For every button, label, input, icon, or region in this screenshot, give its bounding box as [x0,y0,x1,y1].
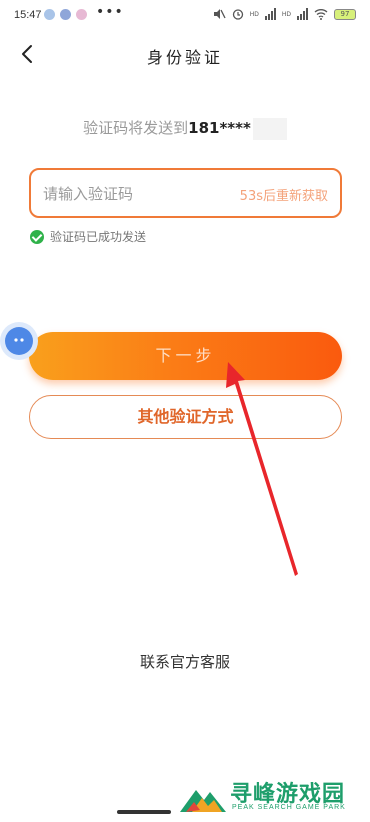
code-sent-status: 验证码已成功发送 [30,228,146,245]
floating-assistant-bubble[interactable] [0,322,38,360]
status-bar: 15:47 ••• HD HD 97 [0,0,370,30]
assistant-face-icon [5,327,33,355]
alarm-icon [232,9,243,20]
notification-app-icon [44,9,55,20]
next-step-button[interactable]: 下一步 [29,332,342,380]
signal-icon [264,8,276,20]
masked-phone-number: 181**** [188,119,251,137]
assistant-eyes-icon [14,338,24,342]
send-info-prefix: 验证码将发送到 [83,119,189,137]
notification-app-icon [76,9,87,20]
site-watermark: 寻峰游戏园 PEAK SEARCH GAME PARK [178,776,370,820]
status-time: 15:47 [14,9,42,21]
header: 身份验证 [0,36,370,72]
contact-customer-service-link[interactable]: 联系官方客服 [0,651,370,672]
network-hd-tag: HD [249,10,259,18]
other-verification-button[interactable]: 其他验证方式 [29,395,342,439]
battery-icon: 97 [334,8,356,20]
status-notification-icons [44,9,87,20]
send-info: 验证码将发送到181**** [0,117,370,140]
signal-icon [297,8,308,20]
redaction-block [252,117,287,140]
notification-app-icon [60,9,71,20]
verification-code-input[interactable] [43,182,223,206]
status-right-icons: HD HD 97 [212,8,356,20]
more-notifications-icon: ••• [96,4,124,20]
code-sent-text: 验证码已成功发送 [50,230,147,244]
mute-icon [213,9,226,19]
network-hd-tag: HD [281,10,291,18]
page-title: 身份验证 [146,48,223,67]
resend-code-countdown[interactable]: 53s后重新获取 [240,185,328,204]
watermark-subtitle: PEAK SEARCH GAME PARK [232,804,346,811]
home-indicator[interactable] [117,810,171,814]
verification-code-box: 53s后重新获取 [29,168,342,218]
wifi-icon [314,9,328,20]
success-check-icon [30,229,44,244]
watermark-logo-icon [180,790,226,812]
